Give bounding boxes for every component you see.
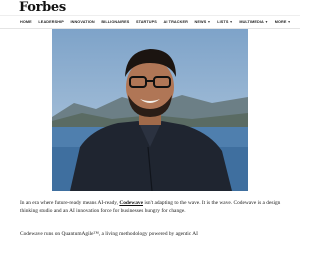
nav-item-label: HOME [20, 20, 32, 24]
codewave-link[interactable]: Codewave [119, 200, 143, 206]
paragraph-text: In an era where future-ready means AI-re… [20, 200, 120, 206]
nav-item-ai-tracker[interactable]: AI TRACKER [164, 20, 188, 24]
article-paragraph: In an era where future-ready means AI-re… [20, 200, 282, 216]
article-body: In an era where future-ready means AI-re… [20, 200, 282, 254]
masthead: Forbes [0, 0, 300, 15]
nav-item-label: LISTS [217, 20, 229, 24]
top-navigation: HOME LEADERSHIP INNOVATION BILLIONAIRES … [0, 15, 300, 29]
article-paragraph: Codewave runs on QuantumAgile™, a living… [20, 230, 198, 237]
nav-item-label: STARTUPS [135, 20, 157, 24]
chevron-down-icon: ▼ [229, 20, 233, 24]
nav-item-leadership[interactable]: LEADERSHIP [38, 20, 63, 24]
nav-item-label: BILLIONAIRES [101, 20, 130, 24]
nav-item-lists[interactable]: LISTS ▼ [217, 20, 233, 24]
nav-item-multimedia[interactable]: MULTIMEDIA ▼ [239, 20, 268, 24]
nav-item-home[interactable]: HOME [20, 20, 32, 24]
chevron-down-icon: ▼ [287, 20, 291, 24]
nav-item-billionaires[interactable]: BILLIONAIRES [101, 20, 129, 24]
chevron-down-icon: ▼ [207, 20, 211, 24]
nav-item-label: MORE [274, 20, 287, 24]
forbes-logo[interactable]: Forbes [19, 0, 66, 15]
nav-item-label: NEWS [194, 20, 207, 24]
nav-item-news[interactable]: NEWS ▼ [195, 20, 211, 24]
chevron-down-icon: ▼ [264, 20, 269, 24]
nav-item-label: AI TRACKER [163, 20, 188, 24]
hero-photo [52, 29, 248, 191]
nav-item-innovation[interactable]: INNOVATION [70, 20, 94, 24]
nav-item-label: MULTIMEDIA [239, 20, 264, 24]
nav-item-label: LEADERSHIP [38, 20, 64, 24]
nav-item-startups[interactable]: STARTUPS [136, 20, 157, 24]
nav-item-label: INNOVATION [70, 20, 95, 24]
nav-item-more[interactable]: MORE ▼ [275, 20, 291, 24]
portrait-illustration [52, 29, 248, 191]
